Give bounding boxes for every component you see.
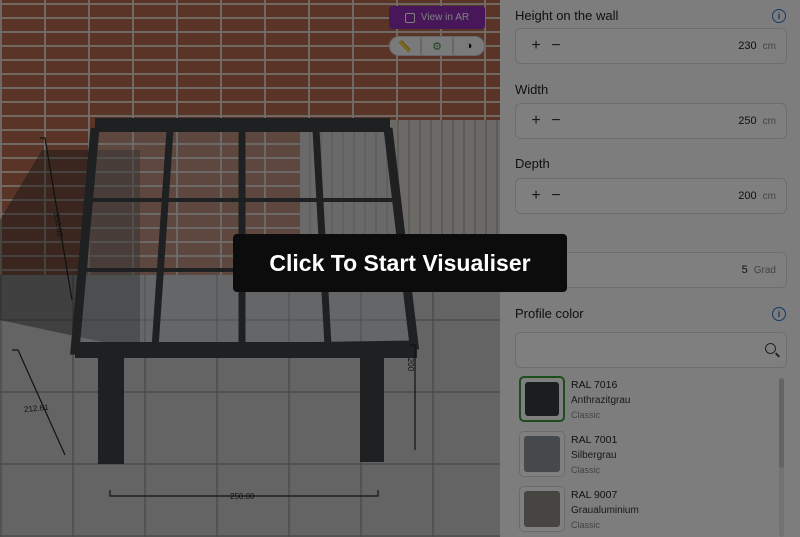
start-overlay[interactable]: Click To Start Visualiser: [0, 0, 800, 537]
start-visualiser-button[interactable]: Click To Start Visualiser: [233, 234, 567, 292]
